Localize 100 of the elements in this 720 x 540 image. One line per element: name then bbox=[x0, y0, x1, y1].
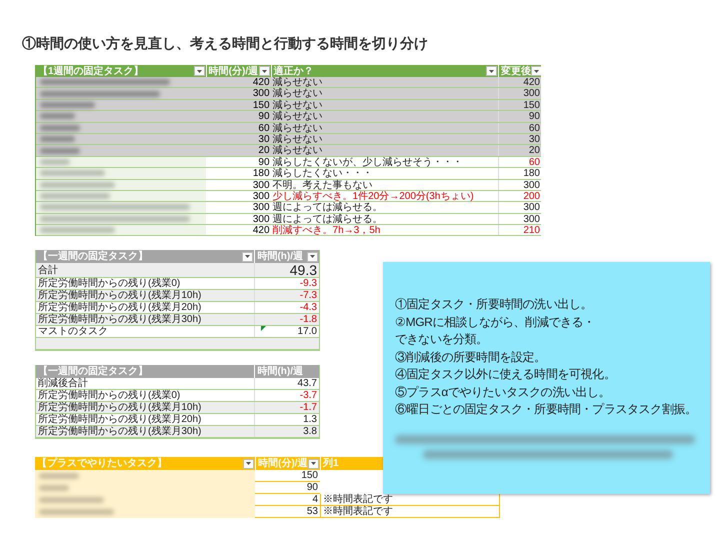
table-cell: 300 bbox=[206, 88, 271, 99]
table-cell: 43.7 bbox=[254, 378, 319, 390]
table-cell: 減らせない bbox=[270, 145, 498, 156]
table-cell: ※時間表記です bbox=[320, 506, 500, 518]
table-cell: 420 bbox=[206, 225, 271, 236]
table-cell-text: 所定労働時間からの残り(残業0) bbox=[37, 390, 182, 402]
table-cell-text: マストのタスク bbox=[37, 326, 109, 338]
table-cell: 180 bbox=[206, 168, 271, 179]
table-cell: 210 bbox=[498, 225, 541, 236]
callout-text: ②MGRに相談しながら、削減できる・ bbox=[395, 314, 595, 330]
table-cell: 減らせない bbox=[270, 122, 498, 133]
blurred-text bbox=[39, 485, 69, 492]
column-header: 【一週間の固定タスク】 bbox=[37, 250, 148, 264]
table-cell: 4 bbox=[255, 494, 320, 506]
table-cell: 300 bbox=[498, 214, 541, 224]
caret-icon bbox=[534, 70, 540, 72]
table-cell: 300 bbox=[206, 202, 271, 213]
filter-button[interactable] bbox=[486, 66, 498, 76]
blurred-text bbox=[40, 124, 80, 131]
column-header: 変更後 bbox=[500, 65, 532, 77]
table-cell: -3.7 bbox=[254, 390, 319, 402]
filter-button[interactable] bbox=[242, 252, 254, 262]
table-cell: -1.7 bbox=[254, 402, 319, 414]
table-cell: 20 bbox=[206, 145, 271, 156]
filter-button[interactable] bbox=[308, 458, 319, 469]
table-cell: 53 bbox=[255, 506, 320, 518]
caret-icon bbox=[246, 462, 251, 466]
caret-icon bbox=[262, 70, 267, 72]
table-cell: 減らせない bbox=[270, 88, 498, 99]
table-cell: 60 bbox=[498, 122, 541, 133]
page-title: ①時間の使い方を見直し、考える時間と行動する時間を切り分け bbox=[22, 35, 428, 51]
blurred-text bbox=[40, 193, 110, 200]
callout-text: できないを分類。 bbox=[395, 331, 488, 348]
caret-icon bbox=[245, 255, 250, 258]
table-cell: 300 bbox=[498, 202, 541, 213]
filter-button[interactable] bbox=[531, 66, 541, 76]
table-cell: -4.3 bbox=[254, 302, 319, 314]
table-cell: 90 bbox=[498, 111, 541, 122]
table-cell: 90 bbox=[206, 111, 271, 122]
blurred-text bbox=[39, 473, 79, 480]
callout-text: ①固定タスク・所要時間の洗い出し。 bbox=[395, 296, 592, 313]
filter-button[interactable] bbox=[194, 66, 205, 76]
column-header: 【1週間の固定タスク】 bbox=[37, 65, 144, 77]
table-cell-text: 所定労働時間からの残り(残業月10h) bbox=[37, 402, 202, 414]
table-cell-text: 所定労働時間からの残り(残業月10h) bbox=[37, 290, 202, 302]
column-header: 【プラスでやりたいタスク】 bbox=[36, 457, 167, 470]
table-cell: 90 bbox=[255, 482, 320, 494]
table-cell: 200 bbox=[498, 190, 541, 202]
callout-text: ⑥曜日ごとの固定タスク・所要時間・プラスタスク割振。 bbox=[395, 401, 697, 418]
table-cell: -9.3 bbox=[254, 278, 319, 290]
table-cell-text: 所定労働時間からの残り(残業月20h) bbox=[37, 302, 202, 314]
table-cell: 減らせない bbox=[270, 77, 498, 88]
column-header: 時間(分)/週 bbox=[208, 65, 258, 77]
blurred-text bbox=[40, 113, 75, 120]
callout-text: ④固定タスク以外に使える時間を可視化。 bbox=[395, 366, 616, 383]
column-header: 列1 bbox=[322, 457, 339, 470]
table-cell: 420 bbox=[206, 77, 271, 88]
blurred-text bbox=[40, 148, 80, 154]
column-header: 適正か？ bbox=[272, 65, 314, 76]
caret-icon bbox=[196, 70, 202, 72]
column-header: 時間(h)/週 bbox=[256, 250, 303, 264]
table-cell: 49.3 bbox=[254, 263, 319, 278]
table-cell: 150 bbox=[498, 100, 541, 110]
table-cell-text: 所定労働時間からの残り(残業月20h) bbox=[37, 414, 202, 426]
table-cell: 20 bbox=[498, 145, 541, 156]
filter-button[interactable] bbox=[307, 252, 318, 262]
caret-icon bbox=[311, 462, 316, 466]
callout-text: ⑤プラスαでやりたいタスクの洗い出し。 bbox=[395, 384, 610, 400]
caret-icon bbox=[489, 70, 494, 72]
caret-icon bbox=[310, 255, 315, 258]
filter-button[interactable] bbox=[258, 66, 270, 76]
table-cell: 300 bbox=[498, 180, 541, 190]
table-cell-text: 所定労働時間からの残り(残業月30h) bbox=[37, 314, 202, 326]
table-cell: -7.3 bbox=[254, 290, 319, 302]
table-cell: 180 bbox=[498, 168, 541, 179]
table-cell: 60 bbox=[498, 156, 541, 168]
table-cell: 300 bbox=[498, 88, 541, 99]
table-cell-text: 合計 bbox=[37, 264, 59, 278]
blurred-text bbox=[39, 497, 104, 504]
blurred-text bbox=[40, 136, 75, 142]
table-cell-text: 所定労働時間からの残り(残業0) bbox=[37, 278, 182, 290]
table-cell: 17.0 bbox=[254, 326, 319, 338]
blurred-text bbox=[40, 102, 95, 108]
table-cell: 減らせない bbox=[270, 134, 498, 144]
table-cell: 150 bbox=[255, 470, 320, 482]
table-cell: 減らせない bbox=[270, 100, 498, 110]
callout-text: ③削減後の所要時間を設定。 bbox=[395, 348, 546, 366]
table-cell: 420 bbox=[498, 77, 541, 88]
table-cell: 30 bbox=[498, 134, 541, 144]
table-cell-text: 削減後合計 bbox=[37, 378, 89, 390]
blurred-text bbox=[40, 170, 105, 176]
column-header: 【一週間の固定タスク】 bbox=[37, 365, 148, 378]
blurred-text bbox=[40, 158, 70, 165]
column-header: 時間(分)/週 bbox=[257, 457, 308, 470]
filter-button[interactable] bbox=[243, 458, 254, 469]
table-cell: 1.3 bbox=[254, 414, 319, 426]
table-cell: 3.8 bbox=[254, 426, 319, 438]
column-header: 時間(h)/週 bbox=[256, 365, 303, 378]
table-cell: 減らせない bbox=[270, 111, 498, 122]
table-cell-text: 所定労働時間からの残り(残業月30h) bbox=[37, 426, 202, 438]
